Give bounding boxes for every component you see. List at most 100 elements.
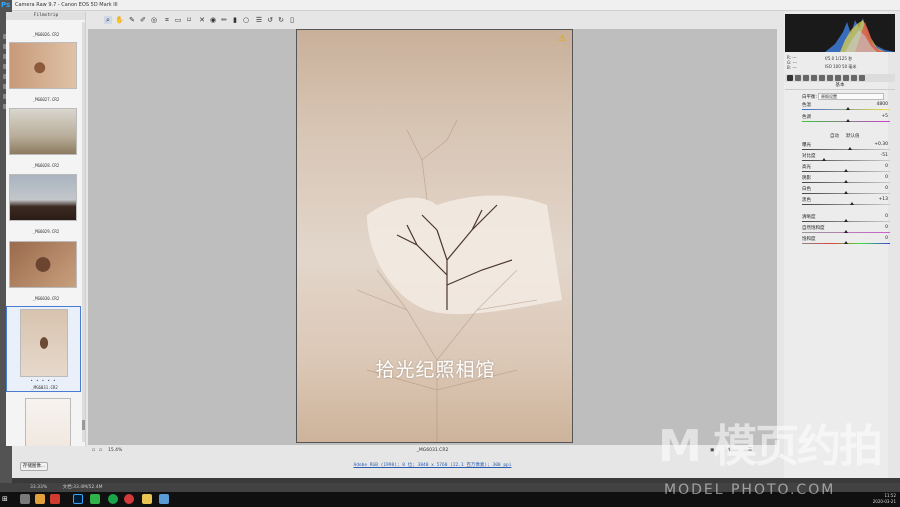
tab-lens[interactable] [827, 75, 833, 81]
app-icon[interactable] [50, 494, 60, 504]
dialog-title: Camera Raw 9.7 - Canon EOS 5D Mark III [12, 0, 900, 11]
slider-value[interactable]: 0 [885, 225, 888, 230]
slider-knob[interactable] [844, 180, 848, 183]
red-eye-icon[interactable]: ◉ [209, 16, 217, 24]
camera-info: R: --- G: --- B: --- f/5.0 1/125 秒 ISO 100… [785, 53, 895, 73]
save-image-button[interactable]: 存储图像... [20, 462, 48, 471]
slider-row[interactable]: 阴影 0 [802, 175, 900, 186]
transform-tool-icon[interactable]: ⌑ [185, 16, 193, 24]
slider-value[interactable]: +13 [879, 197, 889, 202]
slider-value[interactable]: -51 [881, 153, 888, 158]
basic-sliders: 白平衡: 原照设置 色温 4800 色调 +5 曝光 +0.30 对比度 -51 高光 0 阴影 0 白… [802, 92, 900, 352]
music-icon[interactable] [108, 494, 118, 504]
slider-label: 清晰度 [802, 215, 816, 220]
thumbnail-image [25, 398, 71, 446]
document-size: 文档:33.4M/52.4M [62, 485, 103, 490]
slider-row[interactable]: 色调 +5 [802, 114, 900, 125]
slider-knob[interactable] [844, 219, 848, 222]
radial-filter-icon[interactable]: ○ [242, 16, 250, 24]
slider-knob[interactable] [844, 191, 848, 194]
slider-knob[interactable] [844, 241, 848, 244]
slider-row[interactable]: 饱和度 0 [802, 236, 900, 247]
trash-icon[interactable]: ▯ [288, 16, 296, 24]
folder-icon[interactable] [142, 494, 152, 504]
explorer-icon[interactable] [35, 494, 45, 504]
color-sampler-icon[interactable]: ✐ [139, 16, 147, 24]
white-balance-tool-icon[interactable]: ✎ [128, 16, 136, 24]
white-balance-label: 白平衡: [802, 95, 818, 100]
rotate-left-icon[interactable]: ↺ [266, 16, 274, 24]
slider-row[interactable]: 白色 0 [802, 186, 900, 197]
slider-value[interactable]: 0 [885, 214, 888, 219]
brand-watermark-title: M 模页约拍 [658, 421, 883, 472]
slider-knob[interactable] [850, 202, 855, 205]
slider-row[interactable]: 黑色 +13 [802, 197, 900, 208]
filmstrip-scroll-thumb[interactable] [82, 420, 85, 430]
tab-basic[interactable] [787, 75, 793, 81]
slider-knob[interactable] [844, 230, 848, 233]
filmstrip-scrollbar[interactable] [82, 22, 85, 442]
slider-track[interactable] [802, 204, 890, 205]
slider-row[interactable]: 自然饱和度 0 [802, 225, 900, 236]
default-link[interactable]: 默认值 [846, 133, 860, 139]
white-balance-select[interactable]: 原照设置 [818, 93, 884, 100]
wechat-icon[interactable] [90, 494, 100, 504]
tab-snapshots[interactable] [859, 75, 865, 81]
browser-icon[interactable] [124, 494, 134, 504]
warning-icon[interactable]: ⚠ [557, 34, 567, 44]
iso-info: ISO 100 50 毫米 [825, 64, 857, 69]
photoshop-taskbar-icon[interactable] [73, 494, 83, 504]
slider-value[interactable]: 0 [885, 175, 888, 180]
slider-row[interactable]: 色温 4800 [802, 102, 900, 113]
slider-row[interactable]: 曝光 +0.30 [802, 142, 900, 153]
slider-knob[interactable] [847, 147, 852, 150]
preview-photo[interactable]: ⚠ 拾光纪照相馆 [296, 29, 573, 443]
spot-removal-icon[interactable]: ✕ [198, 16, 206, 24]
slider-knob[interactable] [822, 158, 826, 161]
graduated-filter-icon[interactable]: ▮ [231, 16, 239, 24]
tab-effects[interactable] [835, 75, 841, 81]
film-item-label: _MG6027.CR2 [32, 97, 60, 102]
rating-stars[interactable]: • • • • • [6, 378, 81, 383]
rotate-right-icon[interactable]: ↻ [277, 16, 285, 24]
tab-tone-curve[interactable] [795, 75, 801, 81]
slider-track[interactable] [802, 149, 890, 150]
slider-label: 高光 [802, 165, 811, 170]
thumbnail-image [20, 309, 68, 377]
slider-knob[interactable] [845, 107, 850, 110]
tab-detail[interactable] [803, 75, 809, 81]
filmstrip-header[interactable]: Filmstrip [6, 12, 85, 20]
slider-label: 色调 [802, 115, 811, 120]
thumbnail-image [9, 42, 77, 89]
auto-link[interactable]: 自动 [830, 133, 839, 139]
slider-value[interactable]: 0 [885, 186, 888, 191]
slider-row[interactable]: 清晰度 0 [802, 214, 900, 225]
slider-value[interactable]: 0 [885, 164, 888, 169]
slider-knob[interactable] [845, 119, 850, 122]
tab-split-toning[interactable] [819, 75, 825, 81]
filmstrip: Filmstrip _MG6026.CR2 _MG6027.CR2 _MG602… [6, 12, 86, 446]
tab-camera-calibration[interactable] [843, 75, 849, 81]
slider-knob[interactable] [844, 169, 848, 172]
tab-presets[interactable] [851, 75, 857, 81]
slider-row[interactable]: 高光 0 [802, 164, 900, 175]
tab-hsl[interactable] [811, 75, 817, 81]
slider-value[interactable]: 4800 [877, 102, 888, 107]
targeted-adjust-icon[interactable]: ◎ [150, 16, 158, 24]
zoom-tool-icon[interactable]: ⌕ [104, 16, 112, 24]
thumbnail-image [9, 174, 77, 221]
app-icon-2[interactable] [159, 494, 169, 504]
slider-track[interactable] [802, 160, 890, 161]
crop-tool-icon[interactable]: ⌗ [163, 16, 171, 24]
windows-start-icon[interactable]: ⊞ [2, 495, 10, 503]
slider-value[interactable]: +0.30 [874, 142, 888, 147]
preferences-list-icon[interactable]: ☰ [255, 16, 263, 24]
slider-label: 白色 [802, 187, 811, 192]
adjustment-brush-icon[interactable]: ✏ [220, 16, 228, 24]
search-icon[interactable] [20, 494, 30, 504]
slider-value[interactable]: +5 [881, 114, 888, 119]
slider-row[interactable]: 对比度 -51 [802, 153, 900, 164]
straighten-tool-icon[interactable]: ▭ [174, 16, 182, 24]
hand-tool-icon[interactable]: ✋ [115, 16, 124, 24]
slider-value[interactable]: 0 [885, 236, 888, 241]
